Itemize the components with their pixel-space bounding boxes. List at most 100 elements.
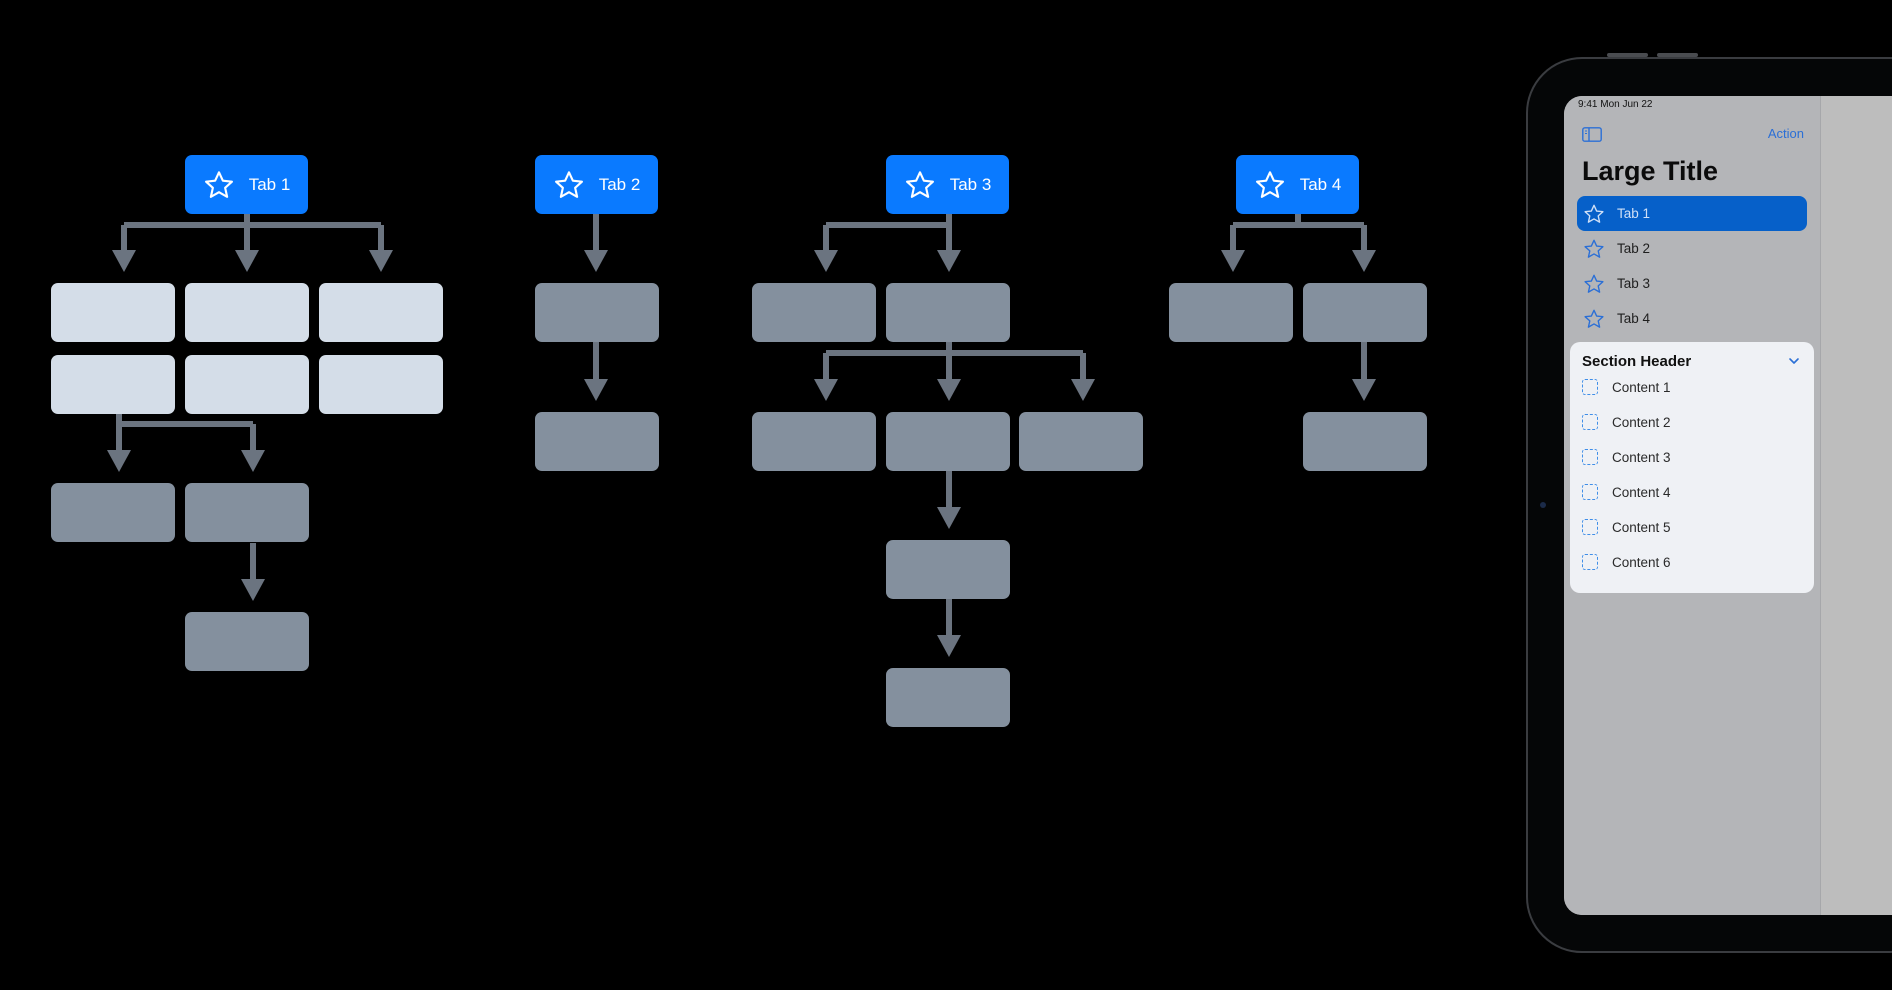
star-icon	[1584, 274, 1604, 293]
content-item[interactable]: Content 6	[1582, 554, 1671, 570]
arrowhead	[369, 250, 393, 272]
diagram-tab-4: Tab 4	[1236, 155, 1359, 214]
arrowhead	[1352, 250, 1376, 272]
connector-tab1-row2-split	[116, 414, 256, 452]
connector-tab1-split	[121, 214, 384, 252]
tab3-node	[752, 412, 876, 471]
diagram-tab-3: Tab 3	[886, 155, 1009, 214]
arrowhead	[937, 635, 961, 657]
tab1-node	[185, 612, 309, 671]
chevron-down-icon[interactable]	[1788, 356, 1800, 366]
sidebar: 9:41 Mon Jun 22 Action Large Title Tab 1…	[1564, 96, 1821, 915]
content-item[interactable]: Content 3	[1582, 449, 1671, 465]
tab3-node	[886, 540, 1010, 599]
star-icon	[204, 170, 233, 198]
tab3-node	[886, 412, 1010, 471]
ipad-screen: 9:41 Mon Jun 22 Action Large Title Tab 1…	[1564, 96, 1892, 915]
tab1-node	[319, 283, 443, 342]
tab3-node	[1019, 412, 1143, 471]
status-bar-time: 9:41 Mon Jun 22	[1578, 99, 1653, 110]
content-label: Content 2	[1612, 414, 1671, 430]
connector-tab3-split	[823, 214, 952, 252]
arrowhead	[1352, 379, 1376, 401]
arrowhead	[814, 379, 838, 401]
tab4-node	[1169, 283, 1293, 342]
sidebar-tab-4[interactable]: Tab 4	[1577, 301, 1807, 336]
tab1-node	[185, 483, 309, 542]
dashed-square-icon	[1582, 449, 1598, 465]
arrowhead	[1221, 250, 1245, 272]
star-icon	[1584, 204, 1604, 223]
sidebar-toggle-icon[interactable]	[1582, 127, 1602, 142]
arrowhead	[584, 379, 608, 401]
section-header[interactable]: Section Header	[1582, 353, 1691, 370]
sidebar-tab-2[interactable]: Tab 2	[1577, 231, 1807, 266]
tab3-node	[886, 668, 1010, 727]
arrowhead	[814, 250, 838, 272]
sidebar-tab-3[interactable]: Tab 3	[1577, 266, 1807, 301]
connectors	[116, 214, 1367, 637]
tab4-node	[1303, 412, 1427, 471]
tab1-node	[185, 355, 309, 414]
tab3-node	[886, 283, 1010, 342]
tab1-node	[51, 283, 175, 342]
sidebar-tab-1[interactable]: Tab 1	[1577, 196, 1807, 231]
volume-button	[1607, 53, 1648, 57]
content-item[interactable]: Content 5	[1582, 519, 1671, 535]
star-icon	[1584, 309, 1604, 328]
tab2-node	[535, 412, 659, 471]
star-icon	[905, 170, 934, 198]
connector-tab3-row2-split	[823, 342, 1086, 381]
content-item[interactable]: Content 4	[1582, 484, 1671, 500]
star-icon	[1584, 239, 1604, 258]
arrowhead	[241, 450, 265, 472]
arrowhead	[241, 579, 265, 601]
arrowhead	[107, 450, 131, 472]
sidebar-tab-label: Tab 4	[1617, 311, 1651, 326]
tab-label: Tab 2	[598, 174, 641, 194]
content-label: Content 4	[1612, 484, 1671, 500]
content-label: Content 3	[1612, 449, 1671, 465]
dashed-square-icon	[1582, 554, 1598, 570]
dashed-square-icon	[1582, 484, 1598, 500]
tab1-node	[185, 283, 309, 342]
arrowhead	[937, 379, 961, 401]
tab4-node	[1303, 283, 1427, 342]
dashed-square-icon	[1582, 414, 1598, 430]
tab1-node	[51, 355, 175, 414]
arrowhead	[937, 250, 961, 272]
sidebar-tab-label: Tab 3	[1617, 276, 1651, 291]
detail-pane	[1821, 96, 1892, 915]
content-label: Content 6	[1612, 554, 1671, 570]
tab1-node	[319, 355, 443, 414]
content-item[interactable]: Content 1	[1582, 379, 1671, 395]
content-label: Content 1	[1612, 379, 1671, 395]
large-title: Large Title	[1582, 156, 1719, 186]
connector-tab4-split	[1230, 214, 1367, 252]
action-button[interactable]: Action	[1768, 126, 1804, 141]
tab-label: Tab 1	[248, 174, 291, 194]
sidebar-tab-label: Tab 2	[1617, 241, 1651, 256]
tab-label: Tab 3	[949, 174, 992, 194]
diagram-tab-1: Tab 1	[185, 155, 308, 214]
tab1-node	[51, 483, 175, 542]
camera-icon	[1540, 502, 1546, 508]
content-label: Content 5	[1612, 519, 1671, 535]
section-card: Section Header Content 1 Content 2 Conte…	[1570, 342, 1814, 593]
dashed-square-icon	[1582, 379, 1598, 395]
arrowhead	[937, 507, 961, 529]
tab-label: Tab 4	[1299, 174, 1342, 194]
tab3-node	[752, 283, 876, 342]
content-item[interactable]: Content 2	[1582, 414, 1671, 430]
sidebar-tab-label: Tab 1	[1617, 206, 1651, 221]
dashed-square-icon	[1582, 519, 1598, 535]
star-icon	[1255, 170, 1284, 198]
diagram-tab-2: Tab 2	[535, 155, 658, 214]
tab2-node	[535, 283, 659, 342]
arrowhead	[584, 250, 608, 272]
arrowhead	[112, 250, 136, 272]
arrowhead	[1071, 379, 1095, 401]
volume-button	[1657, 53, 1698, 57]
star-icon	[554, 170, 583, 198]
arrowhead	[235, 250, 259, 272]
